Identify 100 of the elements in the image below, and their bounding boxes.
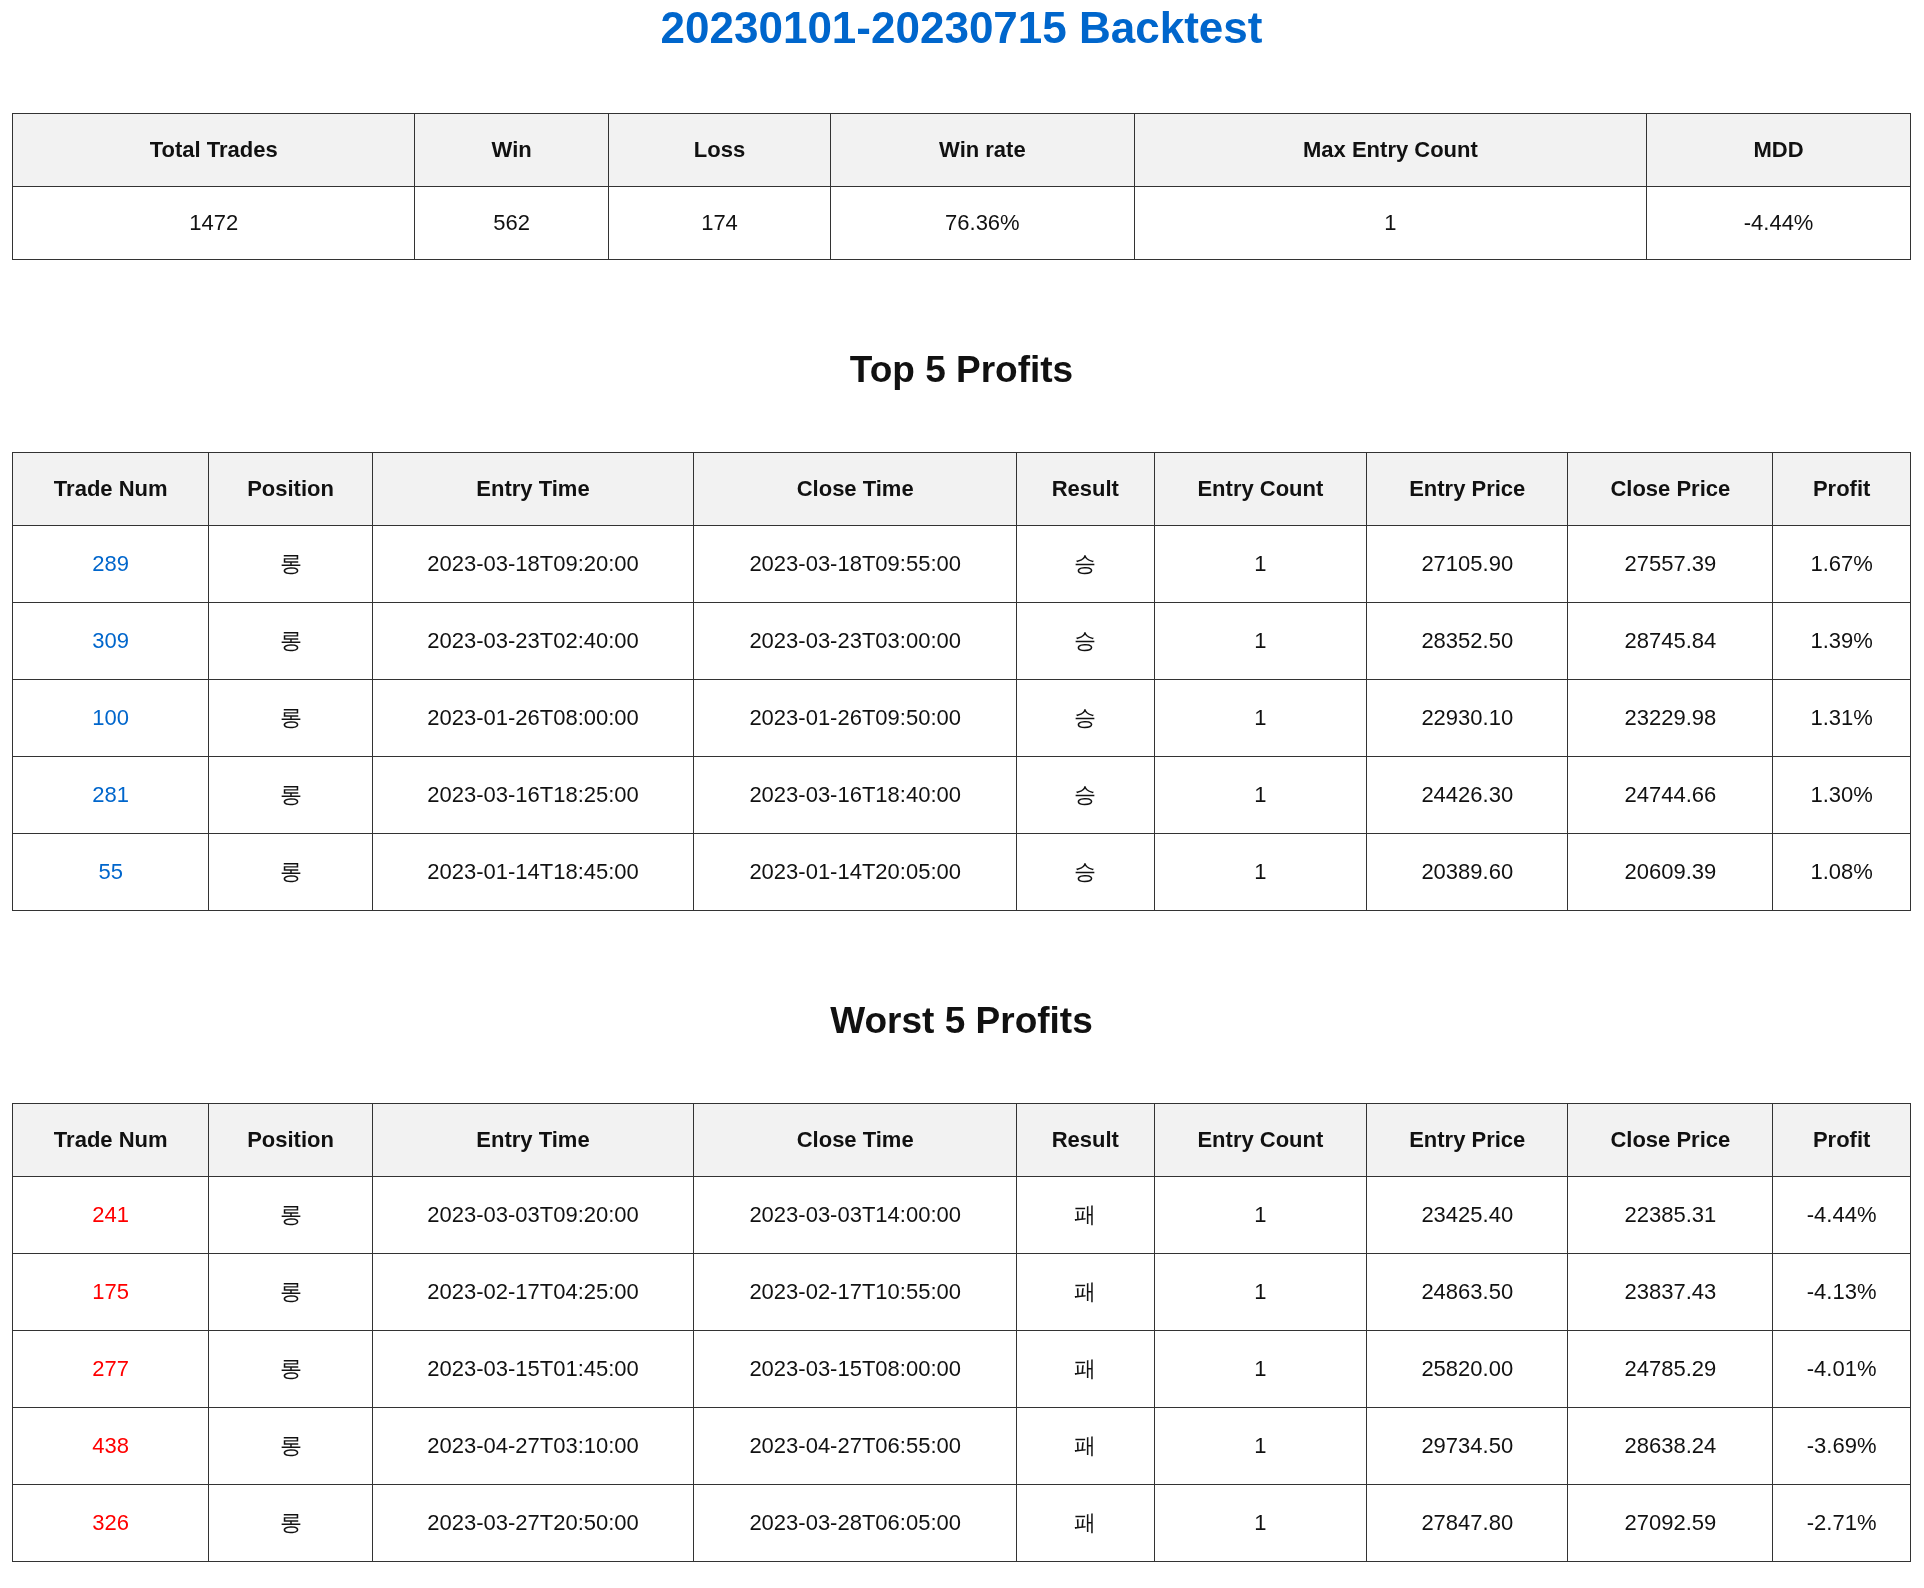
table-cell: 27557.39	[1567, 525, 1773, 603]
table-cell: 롱	[208, 1176, 373, 1254]
trade-number-cell: 309	[12, 602, 209, 680]
table-cell: 76.36%	[830, 186, 1135, 260]
table-cell: 27105.90	[1366, 525, 1568, 603]
table-cell: 1	[1154, 1176, 1367, 1254]
report-title: 20230101-20230715 Backtest	[659, 2, 1264, 54]
trade-number-cell: 100	[12, 679, 209, 757]
table-cell: 1	[1154, 1253, 1367, 1331]
column-header: Close Price	[1567, 1103, 1773, 1177]
table-cell: 24744.66	[1567, 756, 1773, 834]
table-cell: 20609.39	[1567, 833, 1773, 911]
table-cell: 롱	[208, 679, 373, 757]
table-cell: 1.39%	[1772, 602, 1911, 680]
trade-number-cell: 326	[12, 1484, 209, 1562]
table-cell: 2023-03-23T02:40:00	[372, 602, 694, 680]
table-cell: 2023-02-17T04:25:00	[372, 1253, 694, 1331]
table-cell: 롱	[208, 1330, 373, 1408]
table-cell: 롱	[208, 602, 373, 680]
column-header: Position	[208, 452, 373, 526]
table-cell: 승	[1016, 833, 1155, 911]
table-cell: 1.31%	[1772, 679, 1911, 757]
table-cell: 1.30%	[1772, 756, 1911, 834]
table-cell: 패	[1016, 1176, 1155, 1254]
trade-number-cell: 277	[12, 1330, 209, 1408]
column-header: Profit	[1772, 452, 1911, 526]
table-cell: 23837.43	[1567, 1253, 1773, 1331]
table-cell: 2023-03-16T18:25:00	[372, 756, 694, 834]
table-cell: 1.67%	[1772, 525, 1911, 603]
table-cell: 승	[1016, 525, 1155, 603]
trade-number-cell: 241	[12, 1176, 209, 1254]
table-cell: -4.13%	[1772, 1253, 1911, 1331]
table-cell: 1	[1154, 1407, 1367, 1485]
table-cell: 2023-01-14T18:45:00	[372, 833, 694, 911]
table-cell: 패	[1016, 1407, 1155, 1485]
column-header: Trade Num	[12, 1103, 209, 1177]
table-cell: 1	[1154, 525, 1367, 603]
table-cell: 24785.29	[1567, 1330, 1773, 1408]
table-cell: 승	[1016, 756, 1155, 834]
table-cell: 1472	[12, 186, 415, 260]
table-cell: 2023-03-16T18:40:00	[693, 756, 1017, 834]
section-heading: Top 5 Profits	[848, 348, 1075, 392]
table-cell: 2023-02-17T10:55:00	[693, 1253, 1017, 1331]
table-cell: 2023-03-03T14:00:00	[693, 1176, 1017, 1254]
table-cell: 1	[1154, 833, 1367, 911]
table-cell: 1	[1134, 186, 1647, 260]
table-cell: 2023-04-27T06:55:00	[693, 1407, 1017, 1485]
table-cell: 패	[1016, 1253, 1155, 1331]
table-cell: 24426.30	[1366, 756, 1568, 834]
trade-number-cell: 55	[12, 833, 209, 911]
table-cell: 롱	[208, 1484, 373, 1562]
table-cell: 22930.10	[1366, 679, 1568, 757]
column-header: Win rate	[830, 113, 1135, 187]
table-cell: 28352.50	[1366, 602, 1568, 680]
table-cell: 2023-03-18T09:55:00	[693, 525, 1017, 603]
table-cell: 2023-03-03T09:20:00	[372, 1176, 694, 1254]
table-cell: 롱	[208, 833, 373, 911]
table-cell: -2.71%	[1772, 1484, 1911, 1562]
table-cell: 패	[1016, 1330, 1155, 1408]
table-cell: 20389.60	[1366, 833, 1568, 911]
table-cell: 22385.31	[1567, 1176, 1773, 1254]
table-cell: 2023-01-26T09:50:00	[693, 679, 1017, 757]
table-cell: 패	[1016, 1484, 1155, 1562]
column-header: Profit	[1772, 1103, 1911, 1177]
table-cell: 2023-03-28T06:05:00	[693, 1484, 1017, 1562]
trade-number-cell: 289	[12, 525, 209, 603]
column-header: Entry Time	[372, 452, 694, 526]
table-cell: 1	[1154, 602, 1367, 680]
table-cell: 2023-01-26T08:00:00	[372, 679, 694, 757]
table-cell: 2023-01-14T20:05:00	[693, 833, 1017, 911]
column-header: Close Price	[1567, 452, 1773, 526]
table-cell: -4.44%	[1772, 1176, 1911, 1254]
column-header: Entry Price	[1366, 452, 1568, 526]
column-header: Result	[1016, 1103, 1155, 1177]
trade-number-cell: 175	[12, 1253, 209, 1331]
table-cell: 1	[1154, 679, 1367, 757]
table-cell: 승	[1016, 679, 1155, 757]
table-cell: 25820.00	[1366, 1330, 1568, 1408]
table-cell: 롱	[208, 756, 373, 834]
table-cell: 롱	[208, 525, 373, 603]
table-cell: 23229.98	[1567, 679, 1773, 757]
table-cell: 2023-03-23T03:00:00	[693, 602, 1017, 680]
column-header: Loss	[608, 113, 831, 187]
trade-number-cell: 438	[12, 1407, 209, 1485]
table-cell: 2023-03-15T08:00:00	[693, 1330, 1017, 1408]
table-cell: 1.08%	[1772, 833, 1911, 911]
column-header: Result	[1016, 452, 1155, 526]
column-header: Win	[414, 113, 609, 187]
table-cell: 28745.84	[1567, 602, 1773, 680]
table-cell: 27092.59	[1567, 1484, 1773, 1562]
table-cell: 174	[608, 186, 831, 260]
column-header: Entry Count	[1154, 452, 1367, 526]
trade-number-cell: 281	[12, 756, 209, 834]
table-cell: 2023-03-15T01:45:00	[372, 1330, 694, 1408]
table-cell: 28638.24	[1567, 1407, 1773, 1485]
section-heading: Worst 5 Profits	[829, 999, 1094, 1043]
column-header: Entry Time	[372, 1103, 694, 1177]
column-header: Entry Count	[1154, 1103, 1367, 1177]
table-cell: -3.69%	[1772, 1407, 1911, 1485]
table-cell: 2023-03-18T09:20:00	[372, 525, 694, 603]
